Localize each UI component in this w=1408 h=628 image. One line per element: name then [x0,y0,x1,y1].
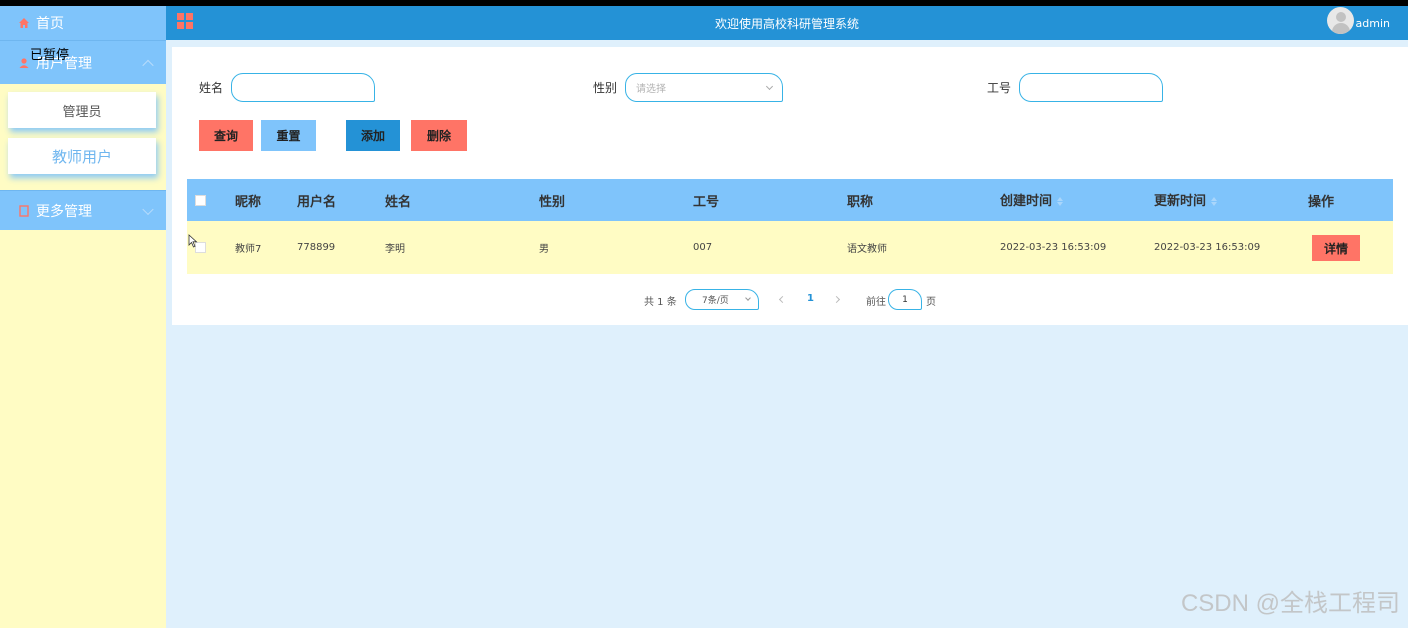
cell-jobno: 007 [693,242,713,253]
next-page-icon[interactable] [832,295,841,304]
name-input[interactable] [231,73,376,102]
cell-name: 李明 [385,244,405,255]
column-header-updated-label: 更新时间 [1154,194,1207,209]
detail-button[interactable]: 详情 [1312,235,1360,261]
paused-overlay-text: 已暂停 [30,48,70,63]
column-header-jobno: 工号 [693,194,720,210]
watermark: CSDN @全栈工程司 [1180,590,1400,617]
sidebar-item-admins[interactable]: 管理员 [8,92,156,128]
page-size-value: 7条/页 [702,296,729,306]
gender-label: 性别 [593,81,618,95]
column-header-title: 职称 [847,194,874,210]
delete-button[interactable]: 删除 [411,120,467,151]
chevron-down-icon [142,203,154,215]
sidebar-item-more-management-label: 更多管理 [36,203,92,220]
cell-title: 语文教师 [847,244,887,255]
table-header: 昵称 用户名 姓名 性别 工号 职称 创建时间 更新时间 操作 [187,179,1393,221]
jobno-label: 工号 [987,81,1012,95]
user-management-submenu: 管理员 教师用户 [0,84,166,190]
sidebar-item-teachers[interactable]: 教师用户 [8,138,156,174]
sort-icon[interactable] [1211,197,1218,206]
cell-nickname: 教师7 [235,244,262,255]
sidebar-item-home[interactable]: 首页 [0,6,166,40]
mouse-cursor-icon [188,234,198,248]
page-size-select[interactable]: 7条/页 [685,289,759,310]
column-header-updated[interactable]: 更新时间 [1154,190,1218,209]
query-button[interactable]: 查询 [199,120,253,151]
table-row: 教师7 778899 李明 男 007 语文教师 2022-03-23 16:5… [187,221,1393,274]
user-icon [19,57,29,68]
column-header-created[interactable]: 创建时间 [1000,190,1064,209]
jobno-input[interactable] [1019,73,1164,102]
cell-username: 778899 [297,242,336,253]
prev-page-icon[interactable] [778,295,787,304]
gender-select[interactable]: 请选择 [625,73,784,102]
name-field: 姓名 [199,73,376,102]
sidebar-item-home-label: 首页 [36,16,64,32]
column-header-gender: 性别 [539,194,566,210]
total-count: 共 1 条 [644,297,677,308]
chevron-up-icon [142,59,154,71]
reset-button[interactable]: 重置 [261,120,316,151]
sidebar-item-user-management[interactable]: 用户管理 [0,40,166,84]
column-header-username: 用户名 [297,194,337,210]
column-header-created-label: 创建时间 [1000,194,1053,209]
main-panel: 姓名 性别 请选择 工号 查询 重置 添加 删除 昵称 用户名 姓名 性别 工号… [172,47,1408,325]
cell-gender: 男 [539,244,549,255]
sort-icon[interactable] [1057,197,1064,206]
data-table: 昵称 用户名 姓名 性别 工号 职称 创建时间 更新时间 操作 教师7 7788… [187,179,1393,274]
goto-label: 前往 [866,297,886,308]
goto-page-input[interactable]: 1 [888,289,922,310]
page-title: 欢迎使用高校科研管理系统 [714,17,859,31]
cell-created: 2022-03-23 16:53:09 [1000,242,1107,253]
jobno-field: 工号 [987,73,1164,102]
current-page[interactable]: 1 [807,293,814,304]
column-header-action: 操作 [1308,194,1335,210]
sidebar-item-more-management[interactable]: 更多管理 [0,190,166,230]
home-icon [19,18,29,28]
document-icon [19,204,29,217]
select-all-checkbox[interactable] [195,195,206,206]
gender-field: 性别 请选择 [593,73,784,102]
chevron-down-icon [765,82,774,91]
gender-placeholder: 请选择 [636,84,667,95]
column-header-name: 姓名 [385,194,412,210]
top-header: 欢迎使用高校科研管理系统 admin [166,6,1408,40]
column-header-nickname: 昵称 [235,194,262,210]
name-label: 姓名 [199,81,224,95]
page-suffix: 页 [926,297,936,308]
avatar[interactable] [1327,7,1354,34]
pagination: 共 1 条 7条/页 1 前往 1 页 [172,289,1408,310]
sidebar: 首页 用户管理 已暂停 管理员 教师用户 更多管理 [0,6,166,628]
cell-updated: 2022-03-23 16:53:09 [1154,242,1261,253]
add-button[interactable]: 添加 [346,120,400,151]
username[interactable]: admin [1356,17,1390,30]
chevron-down-icon [745,295,751,301]
